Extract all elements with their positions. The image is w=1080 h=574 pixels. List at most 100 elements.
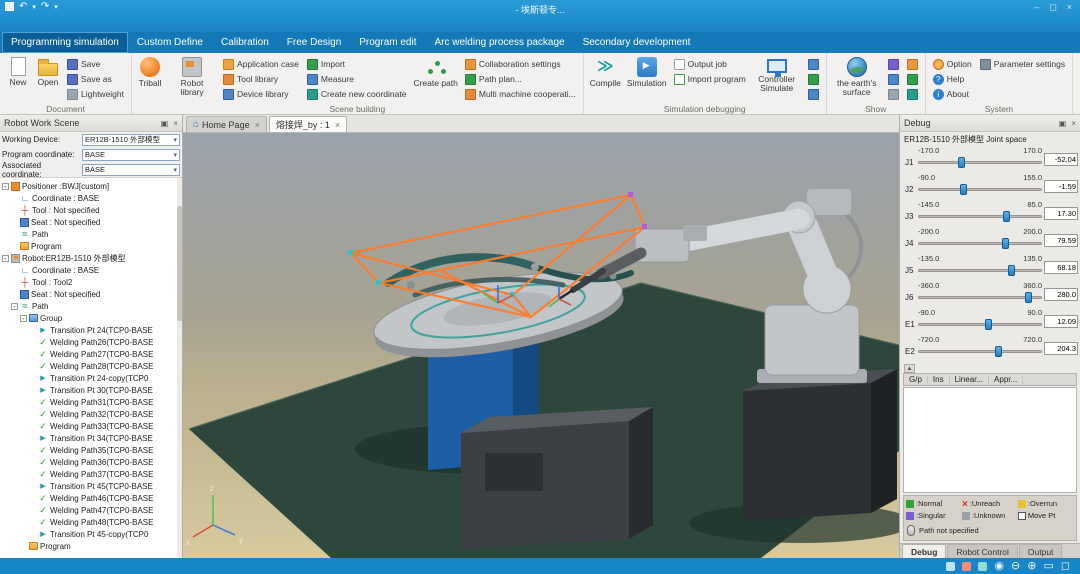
joint-slider-j2[interactable] [918,183,1042,196]
joint-value-box[interactable]: 280.0 [1044,288,1078,301]
slider-handle[interactable] [985,319,992,330]
joint-value-box[interactable]: 79.59 [1044,234,1078,247]
tree-item-welding-path28-tcp0-base[interactable]: Welding Path28(TCP0-BASE [0,360,182,372]
zoom-in-icon[interactable]: ⊕ [1027,558,1036,574]
fit-view-icon[interactable]: ◻ [1061,558,1070,574]
show-tool-button-2[interactable] [886,72,901,86]
list-header-appr[interactable]: Appr... [989,375,1023,384]
joint-slider-j3[interactable] [918,210,1042,223]
close-icon[interactable] [1067,2,1072,13]
tree-expander-icon[interactable]: - [11,303,18,310]
show-tool-button-4[interactable] [905,57,920,71]
tree-item-tool-not-specified[interactable]: Tool : Not specified [0,204,182,216]
triball-button[interactable]: Triball [135,55,165,88]
tree-expander-icon[interactable]: - [2,183,9,190]
zoom-out-icon[interactable]: ⊖ [1011,558,1020,574]
compile-button[interactable]: Compile [587,55,624,88]
list-header-linear[interactable]: Linear... [950,375,989,384]
tree-item-transition-pt-45-copy-tcp0[interactable]: Transition Pt 45-copy(TCP0 [0,528,182,540]
scroll-up-icon[interactable] [904,364,915,373]
panel-tab-robot-control[interactable]: Robot Control [947,544,1017,558]
close-tab-icon[interactable] [253,120,260,130]
close-panel-icon[interactable] [1071,119,1076,128]
lightweight-button[interactable]: Lightweight [65,87,126,101]
device-library-button[interactable]: Device library [221,87,301,101]
slider-handle[interactable] [1002,238,1009,249]
about-button[interactable]: About [931,87,974,101]
earth-surface-button[interactable]: the earth's surface [830,55,884,98]
joint-value-box[interactable]: 17.30 [1044,207,1078,220]
joint-value-box[interactable]: 68.18 [1044,261,1078,274]
joint-slider-j5[interactable] [918,264,1042,277]
open-button[interactable]: Open [33,55,63,87]
tree-item-coordinate-base[interactable]: Coordinate : BASE [0,192,182,204]
tree-item-program[interactable]: Program [0,540,182,552]
panel-tab-output[interactable]: Output [1019,544,1063,558]
status-teal-icon[interactable] [978,562,987,571]
tree-item-seat-not-specified[interactable]: Seat : Not specified [0,288,182,300]
joint-slider-j4[interactable] [918,237,1042,250]
menu-tab-custom-define[interactable]: Custom Define [128,32,212,53]
tree-item-transition-pt-34-tcp0-base[interactable]: Transition Pt 34(TCP0-BASE [0,432,182,444]
joint-value-box[interactable]: -1.59 [1044,180,1078,193]
slider-handle[interactable] [1025,292,1032,303]
measure-button[interactable]: Measure [305,72,409,86]
tree-item-transition-pt-24-tcp0-base[interactable]: Transition Pt 24(TCP0-BASE [0,324,182,336]
show-tool-button-5[interactable] [905,72,920,86]
close-panel-icon[interactable] [173,119,178,128]
tree-item-welding-path47-tcp0-base[interactable]: Welding Path47(TCP0-BASE [0,504,182,516]
tree-item-welding-path48-tcp0-base[interactable]: Welding Path48(TCP0-BASE [0,516,182,528]
zoom-window-icon[interactable]: ▭ [1043,558,1053,574]
tree-scrollbar[interactable] [177,178,182,558]
menu-tab-free-design[interactable]: Free Design [278,32,350,53]
list-header-g-p[interactable]: G/p [904,375,928,384]
parameter-settings-button[interactable]: Parameter settings [978,57,1067,71]
joint-slider-j1[interactable] [918,156,1042,169]
document-tab-熔接焊-by-1[interactable]: 熔接焊_by : 1 [269,116,347,132]
point-list[interactable] [903,387,1077,493]
import-program-button[interactable]: Import program [672,72,748,86]
controller-simulate-button[interactable]: Controller Simulate [750,55,804,94]
sim-tool-button-3[interactable] [806,87,821,101]
joint-value-box[interactable]: 204.3 [1044,342,1078,355]
joint-slider-e2[interactable] [918,345,1042,358]
show-tool-button-3[interactable] [886,87,901,101]
tree-item-welding-path27-tcp0-base[interactable]: Welding Path27(TCP0-BASE [0,348,182,360]
working-device-select[interactable]: ER12B-1510 外部模型 [82,134,180,146]
application-case-button[interactable]: Application case [221,57,301,71]
tree-item-path[interactable]: -Path [0,300,182,312]
menu-tab-secondary-development[interactable]: Secondary development [574,32,700,53]
panel-tab-debug[interactable]: Debug [902,544,946,558]
tree-item-tool-tool2[interactable]: Tool : Tool2 [0,276,182,288]
output-job-button[interactable]: Output job [672,57,748,71]
tool-library-button[interactable]: Tool library [221,72,301,86]
joint-value-box[interactable]: -52.04 [1044,153,1078,166]
create-path-button[interactable]: Create path [410,55,460,88]
sim-tool-button-1[interactable] [806,57,821,71]
list-header-ins[interactable]: Ins [928,375,950,384]
tree-item-program[interactable]: Program [0,240,182,252]
menu-tab-programming-simulation[interactable]: Programming simulation [2,32,128,53]
slider-handle[interactable] [958,157,965,168]
tree-expander-icon[interactable]: - [20,315,27,322]
tree-item-transition-pt-45-tcp0-base[interactable]: Transition Pt 45(TCP0-BASE [0,480,182,492]
collaboration-settings-button[interactable]: Collaboration settings [463,57,578,71]
tree-item-welding-path37-tcp0-base[interactable]: Welding Path37(TCP0-BASE [0,468,182,480]
show-tool-button-1[interactable] [886,57,901,71]
tree-item-seat-not-specified[interactable]: Seat : Not specified [0,216,182,228]
minimize-icon[interactable] [1034,2,1039,13]
tree-item-positioner-bwj-custom[interactable]: -Positioner :BWJ[custom] [0,180,182,192]
slider-handle[interactable] [995,346,1002,357]
tree-item-coordinate-base[interactable]: Coordinate : BASE [0,264,182,276]
tree-item-transition-pt-30-tcp0-base[interactable]: Transition Pt 30(TCP0-BASE [0,384,182,396]
tree-item-welding-path32-tcp0-base[interactable]: Welding Path32(TCP0-BASE [0,408,182,420]
new-button[interactable]: New [3,55,33,87]
tree-item-group[interactable]: -Group [0,312,182,324]
tree-item-welding-path33-tcp0-base[interactable]: Welding Path33(TCP0-BASE [0,420,182,432]
status-red-icon[interactable] [962,562,971,571]
view-eye-icon[interactable]: ◉ [994,558,1004,574]
scene-3d-view[interactable]: z x y [183,133,899,558]
import-button[interactable]: Import [305,57,409,71]
menu-tab-calibration[interactable]: Calibration [212,32,278,53]
tree-item-welding-path26-tcp0-base[interactable]: Welding Path26(TCP0-BASE [0,336,182,348]
